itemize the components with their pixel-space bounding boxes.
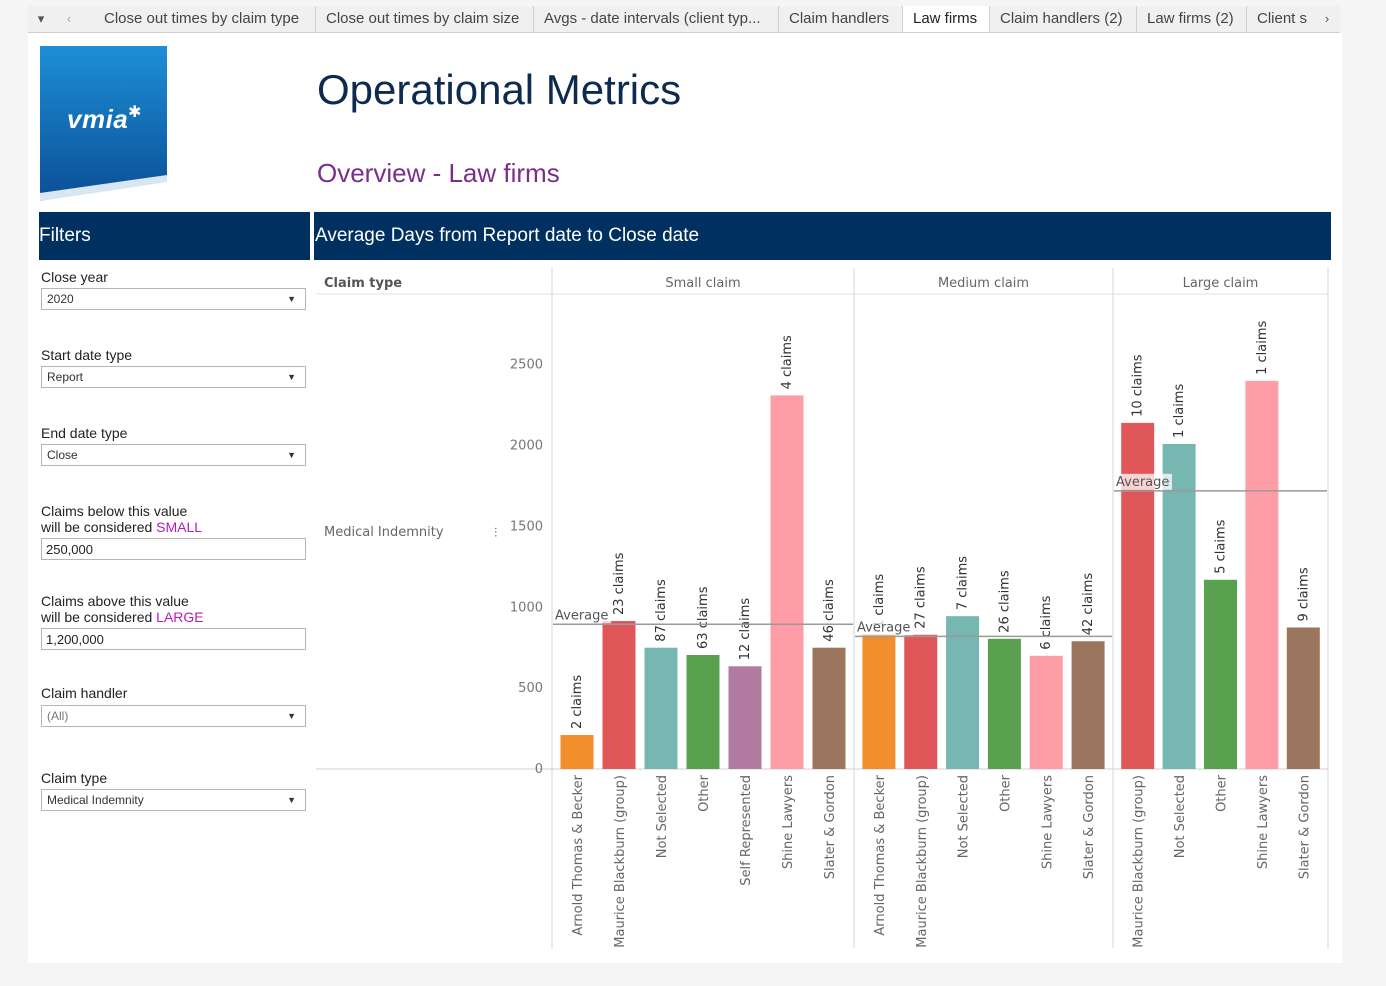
- x-category-label: Self Represented: [739, 775, 754, 886]
- bar: [904, 634, 938, 769]
- bar: [1245, 380, 1279, 769]
- axis-sort-icon: ⫶: [494, 526, 497, 541]
- x-category-label: Arnold Thomas & Becker: [873, 774, 888, 935]
- bar-label: 1 claims: [1172, 384, 1187, 438]
- bar-label: 10 claims: [1131, 354, 1146, 417]
- bar: [1029, 655, 1063, 769]
- average-label: Average: [555, 608, 608, 623]
- x-category-label: Shine Lawyers: [781, 775, 796, 869]
- average-label: Average: [857, 620, 910, 635]
- x-category-label: Shine Lawyers: [1040, 775, 1055, 869]
- x-category-label: Not Selected: [957, 775, 972, 858]
- bar-label: 46 claims: [822, 579, 837, 642]
- x-category-label: Other: [1215, 774, 1230, 812]
- x-category-label: Shine Lawyers: [1256, 775, 1271, 869]
- y-tick-label: 2000: [510, 439, 543, 454]
- bar: [602, 621, 636, 769]
- bar: [987, 638, 1021, 769]
- bar-label: 6 claims: [1039, 595, 1054, 649]
- panel-header: Medium claim: [938, 276, 1029, 291]
- y-tick-label: 0: [535, 762, 543, 777]
- bar: [728, 666, 762, 769]
- bar: [862, 633, 896, 769]
- x-category-label: Maurice Blackburn (group): [613, 775, 628, 948]
- x-category-label: Other: [697, 774, 712, 812]
- bar-label: 5 claims: [1214, 519, 1229, 573]
- bar-label: 42 claims: [1081, 573, 1096, 636]
- y-tick-label: 1500: [510, 519, 543, 534]
- bar: [946, 616, 980, 769]
- bar: [1286, 627, 1320, 769]
- bar-label: 87 claims: [654, 579, 669, 642]
- bar-label: 7 claims: [956, 556, 971, 610]
- x-category-label: Other: [998, 774, 1013, 812]
- y-tick-label: 1000: [510, 600, 543, 615]
- bar-label: 27 claims: [914, 566, 929, 629]
- bar-label: 23 claims: [612, 552, 627, 615]
- y-tick-label: 2500: [510, 358, 543, 373]
- average-label: Average: [1116, 475, 1169, 490]
- bar-label: 2 claims: [570, 675, 585, 729]
- bar: [812, 647, 846, 769]
- x-category-label: Slater & Gordon: [1082, 775, 1097, 879]
- bar-label: 63 claims: [696, 586, 711, 649]
- bar-chart: Claim type Medical Indemnity ⫶ 0 500 1000 1500…: [316, 268, 1329, 948]
- x-category-label: Arnold Thomas & Becker: [571, 774, 586, 935]
- row-header-label: Claim type: [324, 276, 402, 291]
- x-category-label: Not Selected: [1173, 775, 1188, 858]
- row-label: Medical Indemnity: [324, 525, 444, 540]
- bar-label: 26 claims: [997, 570, 1012, 633]
- bar-label: 4 claims: [780, 335, 795, 389]
- panel-header: Large claim: [1183, 276, 1259, 291]
- bar: [686, 654, 720, 769]
- x-category-label: Maurice Blackburn (group): [1132, 775, 1147, 948]
- bar-label: 9 claims: [1296, 567, 1311, 621]
- x-category-label: Not Selected: [655, 775, 670, 858]
- bar: [644, 647, 678, 769]
- panel-header: Small claim: [665, 276, 740, 291]
- bar: [560, 735, 594, 769]
- bar-label: 12 claims: [738, 598, 753, 661]
- bar: [1162, 443, 1196, 769]
- bar: [1204, 579, 1237, 769]
- bar-label: 1 claims: [1255, 320, 1270, 374]
- bar: [1071, 641, 1105, 769]
- y-tick-label: 500: [518, 681, 543, 696]
- x-category-label: Maurice Blackburn (group): [915, 775, 930, 948]
- bar: [770, 395, 804, 769]
- x-category-label: Slater & Gordon: [1297, 775, 1312, 879]
- x-category-label: Slater & Gordon: [823, 775, 838, 879]
